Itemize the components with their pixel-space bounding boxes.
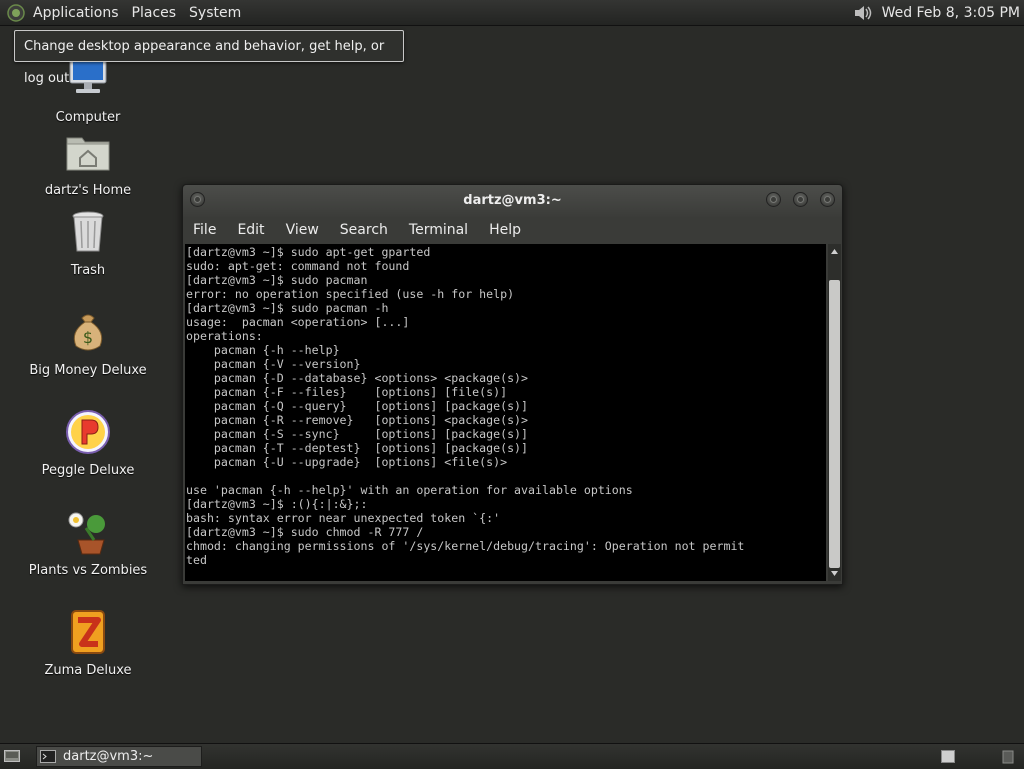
bottom-panel: dartz@vm3:~ [0,743,1024,769]
desktop-icon-big-money[interactable]: $ Big Money Deluxe [13,308,163,378]
terminal-line: [dartz@vm3 ~]$ sudo chmod -R 777 / [186,525,424,539]
peggle-icon [66,410,110,454]
terminal-line: pacman {-D --database} <options> <packag… [186,371,529,385]
menu-file[interactable]: File [193,222,216,238]
terminal-line: pacman {-h --help} [186,343,340,357]
trash-applet-icon[interactable] [1000,748,1016,764]
minimize-button[interactable] [766,192,781,207]
scrollbar-thumb[interactable] [829,280,840,568]
window-title: dartz@vm3:~ [463,193,562,208]
volume-icon[interactable] [852,3,874,23]
window-titlebar[interactable]: dartz@vm3:~ [183,185,842,217]
desktop-icon-label: Peggle Deluxe [41,463,135,478]
desktop-icon-pvz[interactable]: Plants vs Zombies [13,508,163,578]
terminal-line: chmod: changing permissions of '/sys/ker… [186,539,745,553]
terminal-menubar: File Edit View Search Terminal Help [183,217,842,243]
places-menu[interactable]: Places [132,5,177,21]
menu-view[interactable]: View [286,222,319,238]
gnome-foot-icon[interactable] [7,3,25,22]
terminal-scrollbar[interactable] [828,244,841,581]
terminal-line: pacman {-U --upgrade} [options] <file(s)… [186,455,508,469]
terminal-line: pacman {-Q --query} [options] [package(s… [186,399,529,413]
desktop-icon-label: Computer [55,110,121,125]
terminal-line: operations: [186,329,263,343]
clock[interactable]: Wed Feb 8, 3:05 PM [882,5,1020,21]
terminal-text: [dartz@vm3 ~]$ sudo apt-get gparted sudo:… [185,244,826,567]
money-bag-icon: $ [73,314,103,351]
desktop-icon-label: dartz's Home [44,183,132,198]
terminal-line: sudo: apt-get: command not found [186,259,410,273]
maximize-button[interactable] [793,192,808,207]
terminal-line: use 'pacman {-h --help}' with an operati… [186,483,633,497]
taskbar-terminal-button[interactable]: dartz@vm3:~ [36,746,202,767]
scroll-down-arrow-icon[interactable] [829,567,840,579]
top-panel-tray: Wed Feb 8, 3:05 PM [852,0,1024,25]
terminal-window[interactable]: dartz@vm3:~ File Edit View Search Termin… [182,184,843,585]
desktop-icon-trash[interactable]: Trash [13,208,163,278]
terminal-output[interactable]: [dartz@vm3 ~]$ sudo apt-get gparted sudo:… [185,244,826,581]
applications-menu[interactable]: Applications [33,5,119,21]
terminal-line: pacman {-V --version} [186,357,361,371]
terminal-line: pacman {-S --sync} [options] [package(s)… [186,427,529,441]
terminal-line: [dartz@vm3 ~]$ sudo pacman -h [186,301,389,315]
desktop-icon-label: Trash [70,263,106,278]
taskbar-button-label: dartz@vm3:~ [63,749,154,764]
desktop-icon-label: Plants vs Zombies [28,563,148,578]
system-menu-tooltip: Change desktop appearance and behavior, … [14,30,404,86]
trash-icon [72,211,104,252]
desktop-icon-peggle[interactable]: Peggle Deluxe [13,408,163,478]
terminal-line: ted [186,553,207,567]
workspace-switcher[interactable] [941,750,955,763]
close-button[interactable] [820,192,835,207]
plants-vs-zombies-icon [68,512,105,555]
terminal-line: [dartz@vm3 ~]$ :(){:|:&};: [186,497,368,511]
menu-edit[interactable]: Edit [237,222,264,238]
terminal-line: [dartz@vm3 ~]$ sudo pacman [186,273,368,287]
menu-help[interactable]: Help [489,222,521,238]
menu-terminal[interactable]: Terminal [409,222,468,238]
terminal-line: error: no operation specified (use -h fo… [186,287,515,301]
system-menu[interactable]: System [189,5,241,21]
terminal-line: pacman {-F --files} [options] [file(s)] [186,385,508,399]
scroll-up-arrow-icon[interactable] [829,246,840,258]
terminal-icon [40,750,56,763]
terminal-line: pacman {-R --remove} [options] <package(… [186,413,529,427]
zuma-icon [71,610,105,654]
menu-search[interactable]: Search [340,222,388,238]
terminal-line: [dartz@vm3 ~]$ sudo apt-get gparted [186,245,431,259]
svg-text:$: $ [83,328,93,347]
desktop-icon-zuma[interactable]: Zuma Deluxe [13,608,163,678]
top-panel: Applications Places System Wed Feb 8, 3:… [0,0,1024,26]
terminal-line: pacman {-T --deptest} [options] [package… [186,441,529,455]
desktop-icon-label: Big Money Deluxe [29,363,147,378]
desktop-icon-label: Zuma Deluxe [44,663,132,678]
terminal-line: usage: pacman <operation> [...] [186,315,410,329]
home-folder-icon [66,137,110,171]
show-desktop-icon[interactable] [4,749,20,763]
terminal-line: bash: syntax error near unexpected token… [186,511,501,525]
desktop-icon-home[interactable]: dartz's Home [13,128,163,198]
